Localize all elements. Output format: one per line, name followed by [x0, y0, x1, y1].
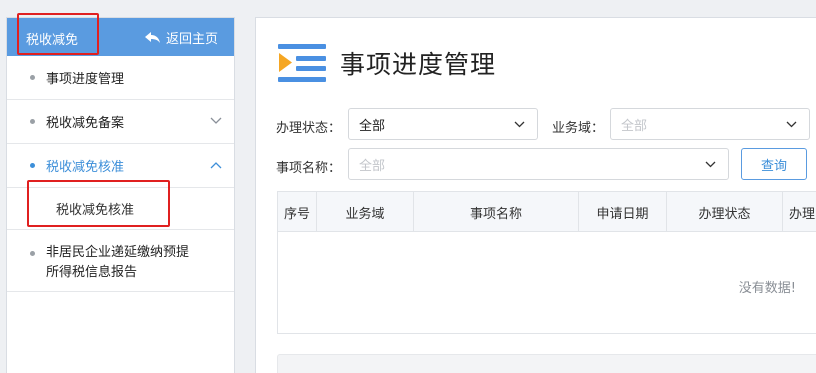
status-label: 办理状态：	[276, 121, 342, 136]
sidebar-item-nonresident-report[interactable]: 非居民企业递延缴纳预提 所得税信息报告	[7, 230, 234, 292]
sidebar-item-filing[interactable]: 税收减免备案	[7, 100, 234, 144]
sidebar-item-label-line2: 所得税信息报告	[46, 265, 138, 280]
sidebar-title[interactable]: 税收减免	[26, 29, 78, 48]
sidebar-item-label-line1: 非居民企业递延缴纳预提	[46, 245, 190, 260]
sidebar-item-approval[interactable]: 税收减免核准	[7, 144, 234, 188]
column-header[interactable]: 序号	[278, 192, 317, 232]
list-play-icon	[278, 44, 326, 82]
home-button-label: 返回主页	[165, 32, 218, 47]
home-button[interactable]: 返回主页	[144, 28, 218, 47]
domain-select[interactable]: 全部	[610, 108, 810, 140]
column-header[interactable]: 事项名称	[414, 192, 579, 232]
chevron-down-icon	[210, 117, 222, 124]
bullet-dot	[30, 162, 35, 168]
query-button[interactable]: 查询	[741, 148, 807, 180]
sidebar-item-label: 税收减免核准	[46, 160, 125, 175]
chevron-up-icon	[210, 161, 222, 168]
column-header[interactable]: 申请日期	[579, 192, 667, 232]
sidebar-item-label: 事项进度管理	[46, 72, 125, 87]
bullet-dot	[30, 118, 35, 124]
sidebar-item-label: 非居民企业递延缴纳预提 所得税信息报告	[46, 243, 189, 283]
pagination-bar	[277, 354, 816, 373]
column-header[interactable]: 业务域	[317, 192, 414, 232]
bullet-dot	[30, 251, 35, 256]
sidebar-item-label: 税收减免备案	[46, 116, 125, 131]
chevron-down-icon	[514, 121, 525, 128]
main-panel: 事项进度管理 办理状态： 全部 业务域： 全部 事项名称： 全部 查询 序号 业…	[255, 17, 816, 373]
item-name-placeholder: 全部	[359, 158, 386, 174]
item-name-select[interactable]: 全部	[348, 148, 729, 180]
sidebar-subitem-approval[interactable]: 税收减免核准	[7, 188, 234, 230]
column-header[interactable]: 办理状态	[667, 192, 783, 232]
page-title: 事项进度管理	[340, 50, 497, 79]
chevron-down-icon	[786, 121, 797, 128]
domain-select-placeholder: 全部	[621, 118, 648, 134]
status-select[interactable]: 全部	[348, 108, 538, 140]
domain-label: 业务域：	[552, 121, 605, 136]
empty-state-text: 没有数据!	[738, 281, 796, 296]
results-table: 序号 业务域 事项名称 申请日期 办理状态 办理 没有数据!	[277, 191, 816, 334]
bullet-dot	[30, 74, 35, 80]
sidebar-item-progress[interactable]: 事项进度管理	[7, 56, 234, 100]
sidebar-header: 税收减免 返回主页	[7, 18, 234, 56]
table-header: 序号 业务域 事项名称 申请日期 办理状态 办理	[278, 192, 816, 232]
sidebar: 税收减免 返回主页 事项进度管理 税收减免备案 税收减免核准 税收减免核准 非居…	[6, 17, 235, 373]
column-header[interactable]: 办理	[783, 192, 816, 232]
page-header: 事项进度管理	[278, 42, 496, 84]
item-name-label: 事项名称：	[276, 161, 342, 176]
status-select-value: 全部	[359, 118, 386, 134]
chevron-down-icon	[705, 161, 716, 168]
back-arrow-icon	[144, 31, 160, 43]
